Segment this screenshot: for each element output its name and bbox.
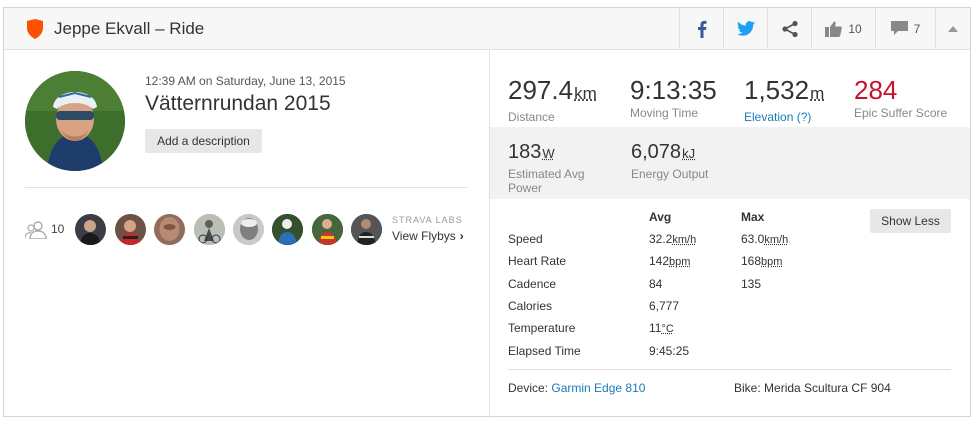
suffer-score-value: 284 [854,75,898,105]
comment-icon [890,21,908,35]
stat-moving-time: 9:13:35 Moving Time [630,76,717,120]
activity-header: Jeppe Ekvall – Ride 10 7 [4,8,970,50]
stat-elevation: 1,532m Elevation (?) [744,76,824,124]
strava-shield-icon [27,19,43,39]
max-header: Max [741,210,765,224]
device-link[interactable]: Garmin Edge 810 [551,381,645,395]
avg-header: Avg [649,210,672,224]
avg-unit: bpm [669,256,691,268]
avg-value: 11 [649,321,662,335]
max-value: 63.0 [741,232,765,246]
avg-value: 142 [649,254,670,268]
activity-card: Jeppe Ekvall – Ride 10 7 12:39 AM on Sat… [3,7,971,417]
activity-datetime: 12:39 AM on Saturday, June 13, 2015 [145,74,346,88]
detail-row-avg: 84 [649,277,662,291]
suffer-score-label: Epic Suffer Score [854,106,948,120]
page-title: Jeppe Ekvall – Ride [54,19,205,38]
facebook-icon [697,20,706,38]
stat-distance: 297.4km Distance [508,76,597,124]
athlete-avatar-8[interactable] [351,214,382,245]
detail-row-max: 63.0km/h [741,232,788,246]
kudos-button[interactable]: 10 [811,8,875,49]
max-value: 168 [741,254,762,268]
comments-button[interactable]: 7 [875,8,935,49]
detail-row-label: Calories [508,299,553,313]
twitter-icon [736,21,755,36]
bike-info: Bike: Merida Scultura CF 904 [734,381,891,395]
moving-time-value: 9:13:35 [630,75,717,105]
energy-unit: kJ [682,146,696,161]
avg-value: 6,777 [649,299,680,313]
twitter-share-button[interactable] [723,8,767,49]
elevation-help-link[interactable]: Elevation (?) [744,110,824,124]
athletes-icon [25,221,47,239]
detail-row-max: 135 [741,277,761,291]
detail-row-avg: 6,777 [649,299,679,313]
power-value: 183 [508,141,542,163]
stat-power: 183W Estimated Avg Power [508,141,608,195]
detail-row-max: 168bpm [741,254,782,268]
max-unit: km/h [764,234,789,246]
elevation-unit: m [810,84,825,103]
athlete-photo [25,71,125,171]
view-flybys-label: View Flybys [392,229,456,243]
distance-label: Distance [508,110,555,124]
detail-row-avg: 142bpm [649,254,690,268]
athletes-count: 10 [51,222,65,236]
elevation-value: 1,532 [744,75,810,105]
athlete-avatar-1[interactable] [75,214,106,245]
device-info: Device: Garmin Edge 810 [508,381,645,395]
detail-row-label: Elapsed Time [508,344,581,358]
thumbs-up-icon [825,21,843,37]
power-unit: W [542,146,555,161]
caret-up-icon [948,25,958,32]
athlete-avatar-4[interactable] [194,214,225,245]
comments-count: 7 [913,21,921,36]
stat-suffer-score[interactable]: 284 Epic Suffer Score [854,76,947,120]
bike-label: Bike: [734,381,761,395]
strava-labs-label: STRAVA LABS [392,215,463,225]
detail-row-avg: 11°C [649,321,674,335]
detail-row-label: Cadence [508,277,557,291]
divider [508,369,951,370]
view-flybys-link[interactable]: View Flybys › [392,229,464,243]
max-value: 135 [741,277,762,291]
divider [25,187,468,188]
avg-value: 9:45:25 [649,344,690,358]
collapse-button[interactable] [935,8,970,49]
energy-label: Energy Output [631,167,709,181]
distance-value: 297.4 [508,75,574,105]
athlete-avatar-2[interactable] [115,214,146,245]
avg-value: 32.2 [649,232,673,246]
avg-value: 84 [649,277,663,291]
detail-row-label: Heart Rate [508,254,567,268]
athlete-avatar-6[interactable] [272,214,303,245]
share-icon [781,20,798,37]
add-description-button[interactable]: Add a description [145,129,262,153]
detail-row-avg: 32.2km/h [649,232,696,246]
kudos-count: 10 [848,21,862,36]
facebook-share-button[interactable] [679,8,723,49]
moving-time-label: Moving Time [630,106,699,120]
share-button[interactable] [767,8,811,49]
distance-unit: km [574,84,597,103]
energy-value: 6,078 [631,141,682,163]
athlete-avatar-5[interactable] [233,214,264,245]
bike-value: Merida Scultura CF 904 [764,381,891,395]
avg-unit: km/h [672,234,697,246]
detail-row-label: Temperature [508,321,576,335]
athlete-avatar[interactable] [25,71,125,171]
stat-energy: 6,078kJ Energy Output [631,141,708,181]
device-label: Device: [508,381,549,395]
detail-row-label: Speed [508,232,543,246]
chevron-right-icon: › [459,229,464,243]
athlete-avatar-7[interactable] [312,214,343,245]
detail-row-avg: 9:45:25 [649,344,689,358]
show-less-button[interactable]: Show Less [870,209,951,233]
athlete-avatar-3[interactable] [154,214,185,245]
max-unit: bpm [761,256,783,268]
power-label: Estimated Avg Power [508,167,585,195]
avg-unit: °C [661,323,674,335]
activity-name: Vätternrundan 2015 [145,92,331,115]
